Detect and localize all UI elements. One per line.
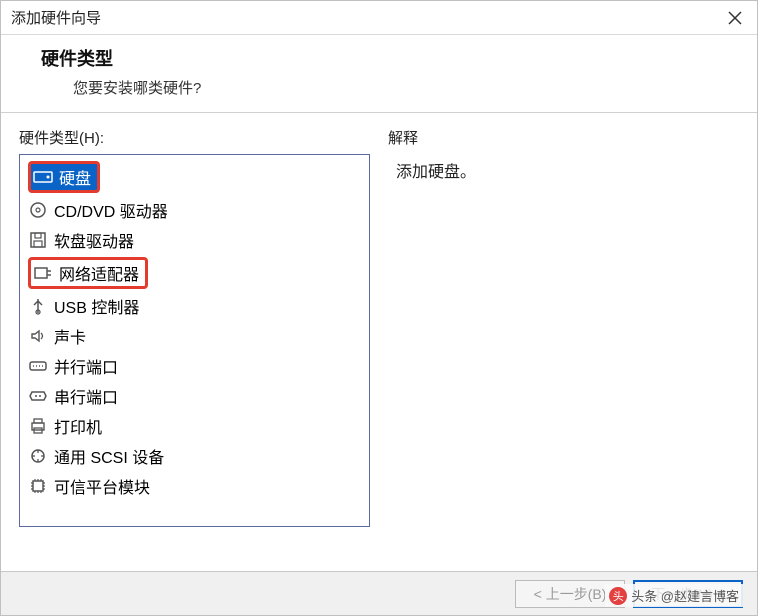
content-area: 硬件类型(H): 硬盘 CD/DVD 驱动器软盘驱动器网络适配器 USB 控制器声卡… [1,113,757,537]
explanation-panel: 解释 添加硬盘。 [388,127,739,527]
list-item[interactable]: USB 控制器 [20,291,369,321]
list-item[interactable]: 可信平台模块 [20,471,369,501]
list-item-label: 网络适配器 [59,261,139,285]
close-icon [728,11,742,25]
page-subtitle: 您要安装哪类硬件? [41,77,729,98]
list-item[interactable]: CD/DVD 驱动器 [20,195,369,225]
printer-icon [28,416,48,436]
parallel-icon [28,356,48,376]
window-title: 添加硬件向导 [11,7,101,28]
list-item[interactable]: 串行端口 [20,381,369,411]
close-button[interactable] [723,6,747,30]
list-item[interactable]: 通用 SCSI 设备 [20,441,369,471]
list-item[interactable]: 硬盘 [20,159,369,195]
list-item-label: 可信平台模块 [54,474,150,498]
wizard-header: 硬件类型 您要安装哪类硬件? [1,35,757,113]
cd-icon [28,200,48,220]
list-item-label: 硬盘 [59,165,91,189]
page-title: 硬件类型 [41,45,729,71]
serial-icon [28,386,48,406]
hdd-icon [33,167,53,187]
list-item-label: USB 控制器 [54,294,139,318]
explanation-label: 解释 [388,127,739,148]
list-item-label: 打印机 [54,414,102,438]
list-item-label: CD/DVD 驱动器 [54,198,168,222]
titlebar: 添加硬件向导 [1,1,757,35]
list-item[interactable]: 软盘驱动器 [20,225,369,255]
usb-icon [28,296,48,316]
hardware-type-listbox[interactable]: 硬盘 CD/DVD 驱动器软盘驱动器网络适配器 USB 控制器声卡并行端口串行端口打… [19,154,370,527]
list-item-label: 软盘驱动器 [54,228,134,252]
list-item-label: 串行端口 [54,384,118,408]
hardware-type-panel: 硬件类型(H): 硬盘 CD/DVD 驱动器软盘驱动器网络适配器 USB 控制器声卡… [19,127,370,527]
scsi-icon [28,446,48,466]
list-item-label: 通用 SCSI 设备 [54,444,164,468]
watermark-text: 头条 @赵建言博客 [631,586,739,605]
watermark: 头 头条 @赵建言博客 [605,584,743,607]
list-item[interactable]: 声卡 [20,321,369,351]
explanation-text: 添加硬盘。 [388,154,739,186]
hardware-type-label: 硬件类型(H): [19,127,370,148]
highlight-annotation: 硬盘 [28,161,100,193]
tpm-icon [28,476,48,496]
list-item[interactable]: 并行端口 [20,351,369,381]
list-item[interactable]: 网络适配器 [20,255,369,291]
watermark-badge: 头 [609,587,627,605]
nic-icon [33,263,53,283]
list-item-label: 声卡 [54,324,86,348]
list-item-label: 并行端口 [54,354,118,378]
sound-icon [28,326,48,346]
list-item[interactable]: 打印机 [20,411,369,441]
highlight-annotation: 网络适配器 [28,257,148,289]
floppy-icon [28,230,48,250]
